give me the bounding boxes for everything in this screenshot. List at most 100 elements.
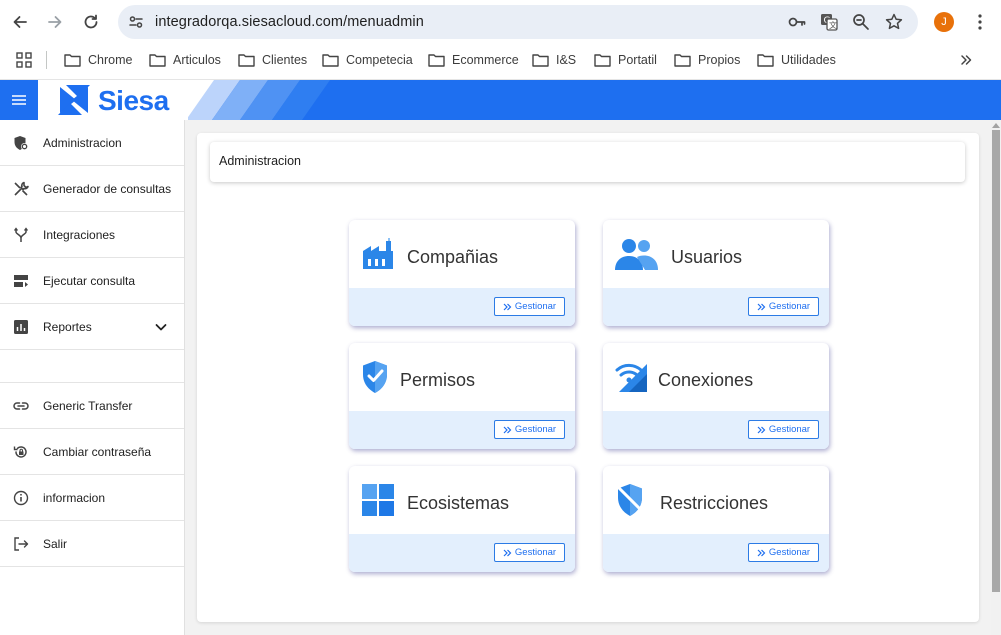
sidebar-item-label: Administracion — [43, 135, 122, 150]
sidebar-item-informacion[interactable]: informacion — [0, 475, 184, 521]
gestionar-button[interactable]: Gestionar — [748, 543, 819, 562]
bookmark-label: Articulos — [173, 53, 221, 67]
lock-reset-icon — [12, 443, 30, 461]
tools-icon — [12, 180, 30, 198]
forward-arrow-icon — [48, 16, 62, 28]
bookmark-label: I&S — [556, 53, 577, 67]
chevron-down-icon — [155, 323, 167, 330]
sidebar: Administracion Generador de consultas In… — [0, 120, 185, 635]
sidebar-item-label: Ejecutar consulta — [43, 273, 136, 288]
folder-icon — [674, 54, 691, 67]
sidebar-item-reportes[interactable]: Reportes — [0, 304, 184, 350]
sidebar-item-administracion[interactable]: Administracion — [0, 120, 184, 166]
scrollbar-thumb[interactable] — [992, 130, 1000, 592]
double-chevron-right-icon — [757, 426, 766, 433]
bookmark-folder-propios[interactable]: Propios — [674, 51, 740, 69]
shield-off-icon — [616, 484, 644, 516]
profile-avatar[interactable]: J — [934, 12, 954, 32]
double-chevron-right-icon — [503, 303, 512, 310]
menu-toggle-button[interactable] — [0, 80, 38, 120]
page-title: Administracion — [219, 154, 301, 168]
folder-icon — [149, 54, 166, 67]
sidebar-item-integraciones[interactable]: Integraciones — [0, 212, 184, 258]
logout-icon — [12, 535, 30, 553]
gestionar-button-label: Gestionar — [514, 301, 557, 312]
apps-grid-icon[interactable] — [16, 52, 32, 68]
card-conexiones[interactable]: Conexiones Gestionar — [603, 343, 829, 449]
gestionar-button[interactable]: Gestionar — [748, 297, 819, 316]
bookmark-label: Chrome — [88, 53, 133, 67]
folder-icon — [757, 54, 774, 67]
hamburger-icon — [12, 95, 26, 105]
sidebar-item-label: Salir — [43, 536, 68, 551]
bookmark-label: Utilidades — [781, 53, 836, 67]
browser-menu-button[interactable] — [970, 12, 990, 32]
sidebar-item-label: Integraciones — [43, 227, 116, 242]
signal-icon — [615, 363, 647, 392]
chart-icon — [12, 318, 30, 336]
more-bookmarks-button[interactable] — [957, 51, 975, 69]
url-text[interactable]: integradorqa.siesacloud.com/menuadmin — [155, 14, 424, 30]
zoom-icon[interactable] — [851, 12, 871, 32]
sidebar-item-label: Generic Transfer — [43, 398, 133, 413]
bookmark-star-icon[interactable] — [884, 12, 904, 32]
gestionar-button[interactable]: Gestionar — [494, 297, 565, 316]
sidebar-item-ejecutar[interactable]: Ejecutar consulta — [0, 258, 184, 304]
svg-text:文: 文 — [829, 20, 837, 30]
card-companias[interactable]: Compañias Gestionar — [349, 220, 575, 326]
site-info-icon[interactable] — [126, 12, 146, 32]
folder-icon — [322, 54, 339, 67]
back-button[interactable] — [7, 9, 33, 35]
siesa-logo-mark — [58, 85, 90, 115]
sidebar-item-cambiar-contrasena[interactable]: Cambiar contraseña — [0, 429, 184, 475]
double-chevron-right-icon — [503, 426, 512, 433]
reload-icon — [84, 14, 98, 29]
card-usuarios[interactable]: Usuarios Gestionar — [603, 220, 829, 326]
translate-icon[interactable]: G文 — [819, 12, 839, 32]
folder-icon — [594, 54, 611, 67]
bookmark-folder-utilidades[interactable]: Utilidades — [757, 51, 836, 69]
bookmark-label: Propios — [698, 53, 741, 67]
shield-gear-icon — [12, 134, 30, 152]
bookmark-label: Portatil — [618, 53, 657, 67]
logo-area: Siesa — [38, 80, 188, 120]
siesa-logo-text: Siesa — [98, 85, 169, 116]
users-icon — [615, 239, 658, 270]
bookmark-label: Clientes — [262, 53, 308, 67]
factory-icon — [363, 238, 393, 269]
forward-button[interactable] — [42, 9, 68, 35]
folder-icon — [428, 54, 445, 67]
scroll-up-arrow-icon[interactable] — [992, 122, 1000, 128]
shield-check-icon — [363, 361, 387, 393]
bookmark-folder-is[interactable]: I&S — [532, 51, 576, 69]
bookmark-folder-ecommerce[interactable]: Ecommerce — [428, 51, 519, 69]
sidebar-item-salir[interactable]: Salir — [0, 521, 184, 567]
password-key-icon[interactable] — [787, 12, 807, 32]
folder-icon — [238, 54, 255, 67]
bookmark-label: Competecia — [346, 53, 413, 67]
bookmark-folder-competecia[interactable]: Competecia — [322, 51, 413, 69]
sidebar-item-generic-transfer[interactable]: Generic Transfer — [0, 382, 184, 429]
card-ecosistemas[interactable]: Ecosistemas Gestionar — [349, 466, 575, 572]
bookmark-folder-clientes[interactable]: Clientes — [238, 51, 307, 69]
reload-button[interactable] — [78, 9, 104, 35]
address-bar[interactable]: integradorqa.siesacloud.com/menuadmin G文 — [118, 5, 918, 39]
bookmark-folder-portatil[interactable]: Portatil — [594, 51, 657, 69]
card-title: Usuarios — [671, 247, 743, 267]
folder-icon — [532, 54, 549, 67]
gestionar-button-label: Gestionar — [514, 547, 557, 558]
gestionar-button-label: Gestionar — [514, 424, 557, 435]
card-title: Restricciones — [660, 493, 769, 513]
sidebar-item-generador[interactable]: Generador de consultas — [0, 166, 184, 212]
gestionar-button[interactable]: Gestionar — [494, 420, 565, 439]
card-restricciones[interactable]: Restricciones Gestionar — [603, 466, 829, 572]
gestionar-button[interactable]: Gestionar — [748, 420, 819, 439]
bookmark-folder-chrome[interactable]: Chrome — [64, 51, 132, 69]
gestionar-button[interactable]: Gestionar — [494, 543, 565, 562]
double-chevron-right-icon — [757, 549, 766, 556]
merge-icon — [12, 226, 30, 244]
page-title-card — [210, 142, 965, 182]
bookmark-folder-articulos[interactable]: Articulos — [149, 51, 221, 69]
gestionar-button-label: Gestionar — [768, 424, 811, 435]
card-permisos[interactable]: Permisos Gestionar — [349, 343, 575, 449]
